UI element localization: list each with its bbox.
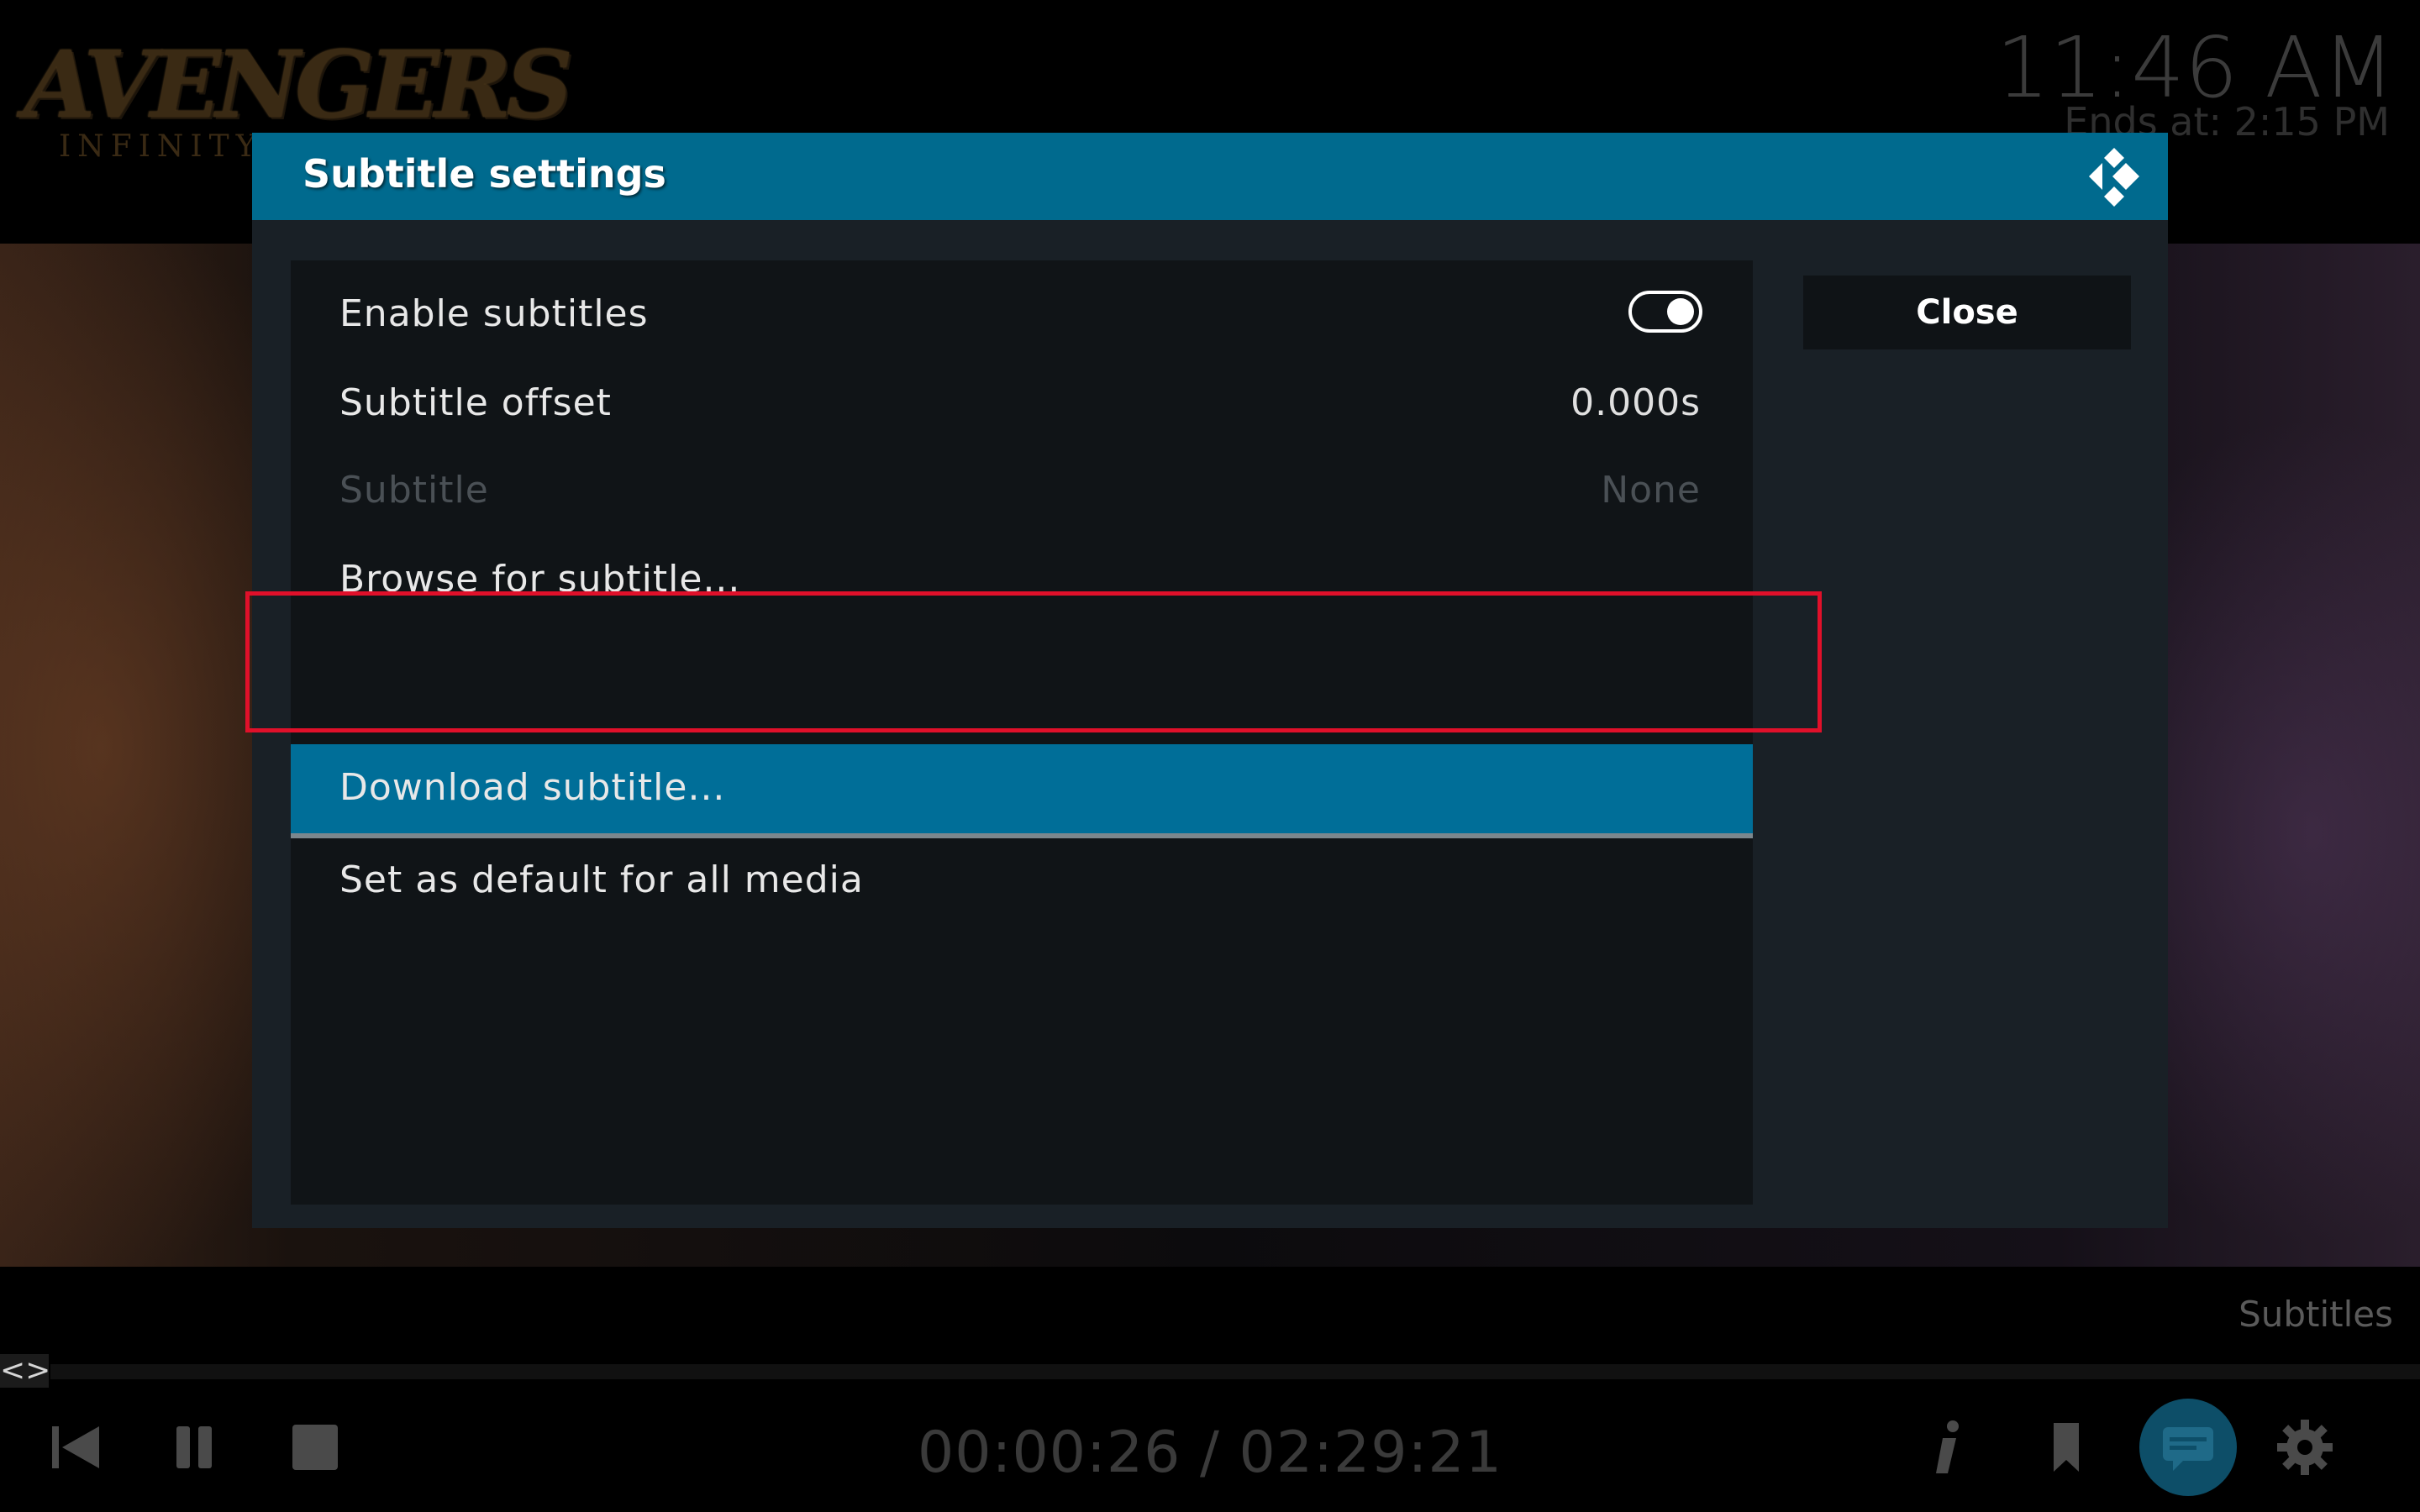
movie-logo-title: AVENGERS xyxy=(24,30,573,139)
setting-label: Subtitle xyxy=(339,469,489,512)
stop-icon[interactable] xyxy=(286,1418,345,1477)
setting-value: 0.000s xyxy=(1570,381,1701,424)
previous-icon[interactable] xyxy=(47,1418,106,1477)
dialog-header: Subtitle settings xyxy=(252,133,2168,220)
setting-value: None xyxy=(1601,469,1701,512)
setting-subtitle-offset[interactable]: Subtitle offset 0.000s xyxy=(291,363,1753,447)
setting-label: Subtitle offset xyxy=(339,381,612,424)
highlight-annotation-box xyxy=(245,591,1822,732)
bookmark-icon[interactable] xyxy=(2037,1418,2096,1477)
setting-label: Download subtitle... xyxy=(339,766,726,809)
osd-section-label: Subtitles xyxy=(2238,1294,2393,1335)
close-button[interactable]: Close xyxy=(1803,276,2131,349)
enable-subtitles-toggle[interactable] xyxy=(1628,291,1702,333)
subtitles-button[interactable] xyxy=(2139,1399,2237,1496)
toggle-knob xyxy=(1667,298,1694,325)
subtitles-icon xyxy=(2163,1427,2213,1471)
setting-download-subtitle[interactable]: Download subtitle... xyxy=(291,744,1753,838)
seek-bar[interactable] xyxy=(50,1364,2420,1379)
setting-label: Enable subtitles xyxy=(339,292,649,335)
setting-subtitle: Subtitle None xyxy=(291,450,1753,534)
info-icon[interactable] xyxy=(1918,1418,1976,1477)
seek-arrows-icon[interactable]: <> xyxy=(0,1354,50,1388)
movie-logo-subtitle: INFINITY xyxy=(59,129,263,164)
setting-enable-subtitles[interactable]: Enable subtitles xyxy=(291,274,1753,358)
settings-list: Enable subtitles Subtitle offset 0.000s … xyxy=(291,260,1753,1205)
settings-gear-icon[interactable] xyxy=(2275,1418,2334,1477)
setting-set-as-default[interactable]: Set as default for all media xyxy=(291,840,1753,924)
kodi-logo-icon xyxy=(2089,148,2139,207)
pause-icon[interactable] xyxy=(165,1418,224,1477)
dialog-title: Subtitle settings xyxy=(302,151,666,197)
setting-label: Set as default for all media xyxy=(339,858,864,901)
